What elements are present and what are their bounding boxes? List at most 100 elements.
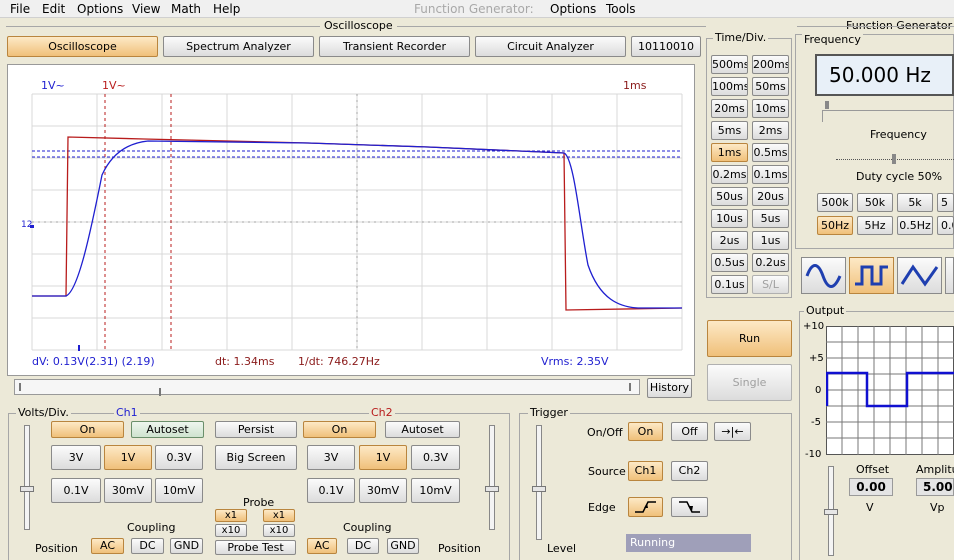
range-5k[interactable]: 5k: [897, 193, 933, 212]
ch1-gnd-button[interactable]: GND: [170, 538, 203, 554]
timediv-10ms-button[interactable]: 10ms: [752, 99, 789, 118]
output-slider-knob[interactable]: [824, 509, 838, 515]
timediv-0_2us-button[interactable]: 0.2us: [752, 253, 789, 272]
trigger-off-button[interactable]: Off: [671, 422, 708, 441]
ch2-autoset-button[interactable]: Autoset: [385, 421, 460, 438]
menu-edit[interactable]: Edit: [42, 2, 65, 16]
menu-view[interactable]: View: [132, 2, 160, 16]
ch2-ac-button[interactable]: AC: [307, 538, 337, 554]
timediv-1ms-button[interactable]: 1ms: [711, 143, 748, 162]
timediv-10us-button[interactable]: 10us: [711, 209, 748, 228]
range-5hz[interactable]: 5Hz: [857, 216, 893, 235]
run-button[interactable]: Run: [707, 320, 792, 357]
timediv-5ms-button[interactable]: 5ms: [711, 121, 748, 140]
big-screen-button[interactable]: Big Screen: [215, 445, 297, 470]
ch1-autoset-button[interactable]: Autoset: [131, 421, 204, 438]
timediv-1us-button[interactable]: 1us: [752, 231, 789, 250]
timediv-S-L-button[interactable]: S/L: [752, 275, 789, 294]
ch2-probe-x10[interactable]: x10: [263, 524, 295, 537]
scope-display[interactable]: 1V~ 1V~ 1ms 12 dV: 0.13V (2.31) (2.19) d…: [7, 64, 695, 376]
ch1-dc-button[interactable]: DC: [131, 538, 164, 554]
triangle-wave-icon[interactable]: [897, 257, 942, 294]
sine-wave-icon[interactable]: [801, 257, 846, 294]
timediv-20us-button[interactable]: 20us: [752, 187, 789, 206]
ch2-3v-button[interactable]: 3V: [307, 445, 355, 470]
tab-digital[interactable]: 10110010: [631, 36, 701, 57]
ch1-position-slider[interactable]: [20, 425, 34, 530]
frequency-slider-knob[interactable]: [825, 101, 829, 109]
ch2-0.3v-button[interactable]: 0.3V: [411, 445, 460, 470]
persist-button[interactable]: Persist: [215, 421, 297, 438]
ch2-dc-button[interactable]: DC: [347, 538, 379, 554]
ch2-gnd-button[interactable]: GND: [387, 538, 419, 554]
timediv-0_2ms-button[interactable]: 0.2ms: [711, 165, 748, 184]
ch1-30mv-button[interactable]: 30mV: [104, 478, 152, 503]
history-button[interactable]: History: [647, 378, 692, 398]
timediv-0_1ms-button[interactable]: 0.1ms: [752, 165, 789, 184]
timediv-50ms-button[interactable]: 50ms: [752, 77, 789, 96]
ch1-10mv-button[interactable]: 10mV: [155, 478, 203, 503]
tab-circuit-analyzer[interactable]: Circuit Analyzer: [475, 36, 626, 57]
trigger-level-knob[interactable]: [532, 486, 546, 492]
menu-options[interactable]: Options: [77, 2, 123, 16]
ch2-0.1v-button[interactable]: 0.1V: [307, 478, 355, 503]
ch1-3v-button[interactable]: 3V: [51, 445, 101, 470]
ch2-10mv-button[interactable]: 10mV: [411, 478, 460, 503]
timediv-500ms-button[interactable]: 500ms: [711, 55, 748, 74]
ch1-position-knob[interactable]: [20, 486, 34, 492]
ch2-position-knob[interactable]: [485, 486, 499, 492]
square-wave-icon[interactable]: [849, 257, 894, 294]
fg-menu-tools[interactable]: Tools: [606, 2, 636, 16]
trigger-level-slider[interactable]: [532, 425, 546, 540]
scroll-left-handle[interactable]: [19, 383, 21, 391]
timediv-2ms-button[interactable]: 2ms: [752, 121, 789, 140]
offset-value[interactable]: 0.00: [849, 478, 893, 496]
range-0.5hz[interactable]: 0.5Hz: [897, 216, 933, 235]
range-0.05hz[interactable]: 0.05: [937, 216, 954, 235]
range-50k[interactable]: 50k: [857, 193, 893, 212]
ch1-ac-button[interactable]: AC: [91, 538, 124, 554]
fg-menu-options[interactable]: Options: [550, 2, 596, 16]
timediv-0_5ms-button[interactable]: 0.5ms: [752, 143, 789, 162]
trigger-center-icon[interactable]: →|←: [714, 422, 751, 441]
duty-slider-knob[interactable]: [892, 154, 896, 164]
ch1-0.1v-button[interactable]: 0.1V: [51, 478, 101, 503]
menu-file[interactable]: File: [10, 2, 30, 16]
ch1-probe-x1[interactable]: x1: [215, 509, 247, 522]
ch1-0.3v-button[interactable]: 0.3V: [155, 445, 203, 470]
single-button[interactable]: Single: [707, 364, 792, 401]
ch2-1v-button[interactable]: 1V: [359, 445, 407, 470]
timediv-2us-button[interactable]: 2us: [711, 231, 748, 250]
timediv-20ms-button[interactable]: 20ms: [711, 99, 748, 118]
time-scroll[interactable]: [14, 379, 640, 396]
probe-test-button[interactable]: Probe Test: [215, 540, 296, 555]
timediv-5us-button[interactable]: 5us: [752, 209, 789, 228]
range-500k[interactable]: 500k: [817, 193, 853, 212]
tab-oscilloscope[interactable]: Oscilloscope: [7, 36, 158, 57]
trigger-source-ch1[interactable]: Ch1: [628, 461, 663, 481]
timediv-50us-button[interactable]: 50us: [711, 187, 748, 206]
timediv-200ms-button[interactable]: 200ms: [752, 55, 789, 74]
output-slider[interactable]: [824, 466, 838, 556]
range-500[interactable]: 5: [937, 193, 954, 212]
ch2-position-slider[interactable]: [485, 425, 499, 530]
rising-edge-icon[interactable]: [628, 497, 663, 517]
ch1-1v-button[interactable]: 1V: [104, 445, 152, 470]
ch2-probe-x1[interactable]: x1: [263, 509, 295, 522]
trigger-source-ch2[interactable]: Ch2: [671, 461, 708, 481]
tab-spectrum-analyzer[interactable]: Spectrum Analyzer: [163, 36, 314, 57]
tab-transient-recorder[interactable]: Transient Recorder: [319, 36, 470, 57]
ch2-on-button[interactable]: On: [303, 421, 376, 438]
duty-slider[interactable]: [836, 152, 954, 164]
timediv-0_5us-button[interactable]: 0.5us: [711, 253, 748, 272]
trigger-on-button[interactable]: On: [628, 422, 663, 441]
ramp-wave-icon[interactable]: [945, 257, 954, 294]
timediv-100ms-button[interactable]: 100ms: [711, 77, 748, 96]
ch1-on-button[interactable]: On: [51, 421, 124, 438]
amplitude-value[interactable]: 5.00: [916, 478, 954, 496]
ch2-30mv-button[interactable]: 30mV: [359, 478, 407, 503]
timediv-0_1us-button[interactable]: 0.1us: [711, 275, 748, 294]
scroll-right-handle[interactable]: [629, 383, 631, 391]
menu-help[interactable]: Help: [213, 2, 240, 16]
menu-math[interactable]: Math: [171, 2, 201, 16]
